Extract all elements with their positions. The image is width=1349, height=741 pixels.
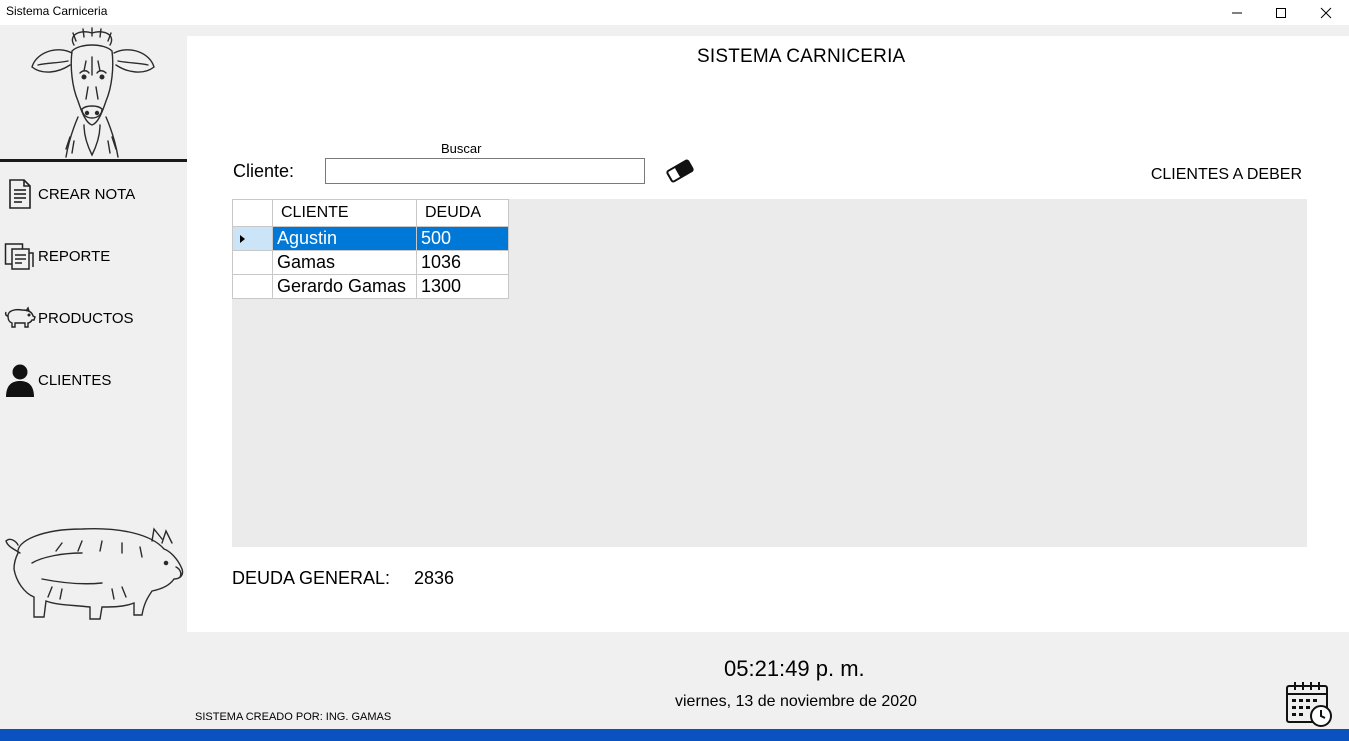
search-input[interactable] [325,158,645,184]
eraser-icon [666,159,694,183]
close-button[interactable] [1303,0,1349,25]
sidebar-item-crear-nota[interactable]: CREAR NOTA [4,174,184,214]
cell-deuda[interactable]: 500 [416,226,509,251]
column-header-deuda[interactable]: DEUDA [416,199,509,227]
cell-deuda[interactable]: 1300 [416,274,509,299]
search-caption: Buscar [441,141,482,156]
sidebar: CREAR NOTA REPORTE PRODUCTOS CLIENTES [0,25,187,729]
clients-table: CLIENTE DEUDA Agustin 500 Gamas 1036 Ger… [232,199,509,299]
total-debt-label: DEUDA GENERAL: [232,568,391,588]
minimize-button[interactable] [1214,0,1260,25]
debtors-label: CLIENTES A DEBER [1150,166,1302,183]
sidebar-divider [0,159,187,162]
clear-search-button[interactable] [663,156,697,186]
column-header-cliente[interactable]: CLIENTE [272,199,417,227]
pig-logo-icon [5,527,184,620]
window-title: Sistema Carniceria [6,4,108,18]
clock: 05:21:49 p. m. [724,656,865,681]
clients-grid: CLIENTE DEUDA Agustin 500 Gamas 1036 Ger… [232,199,1307,547]
maximize-icon [1276,7,1286,18]
close-icon [1320,7,1332,18]
title-bar: Sistema Carniceria [0,0,1349,25]
sidebar-item-label: CREAR NOTA [38,185,136,203]
row-header[interactable] [232,226,273,251]
sidebar-item-label: PRODUCTOS [38,309,134,327]
pig-icon [4,301,36,335]
total-debt-value: 2836 [414,568,455,588]
credits-label: SISTEMA CREADO POR: ING. GAMAS [195,711,392,723]
minimize-icon [1232,12,1242,13]
document-icon [4,177,36,211]
sidebar-item-clientes[interactable]: CLIENTES [4,360,184,400]
taskbar-strip [0,729,1349,741]
sidebar-item-productos[interactable]: PRODUCTOS [4,298,184,338]
sidebar-item-reporte[interactable]: REPORTE [4,236,184,276]
cow-logo-icon [31,27,155,158]
maximize-button[interactable] [1258,0,1304,25]
sidebar-item-label: CLIENTES [38,371,112,389]
row-header[interactable] [232,250,273,275]
sidebar-item-label: REPORTE [38,247,111,265]
current-row-arrow-icon [240,234,245,243]
row-header-corner [232,199,273,227]
calendar-clock-icon[interactable] [1285,680,1335,728]
table-row[interactable]: Gerardo Gamas 1300 [232,274,509,299]
main-panel: SISTEMA CARNICERIA Buscar Cliente: CLIEN… [187,36,1349,632]
date-label: viernes, 13 de noviembre de 2020 [675,693,917,710]
report-icon [4,239,36,273]
page-title: SISTEMA CARNICERIA [697,46,906,67]
cell-cliente[interactable]: Agustin [272,226,417,251]
table-row[interactable]: Gamas 1036 [232,250,509,275]
user-icon [4,363,36,397]
table-row[interactable]: Agustin 500 [232,226,509,251]
table-header-row: CLIENTE DEUDA [232,199,509,227]
cliente-label: Cliente: [233,161,295,181]
row-header[interactable] [232,274,273,299]
cell-deuda[interactable]: 1036 [416,250,509,275]
cell-cliente[interactable]: Gamas [272,250,417,275]
cell-cliente[interactable]: Gerardo Gamas [272,274,417,299]
